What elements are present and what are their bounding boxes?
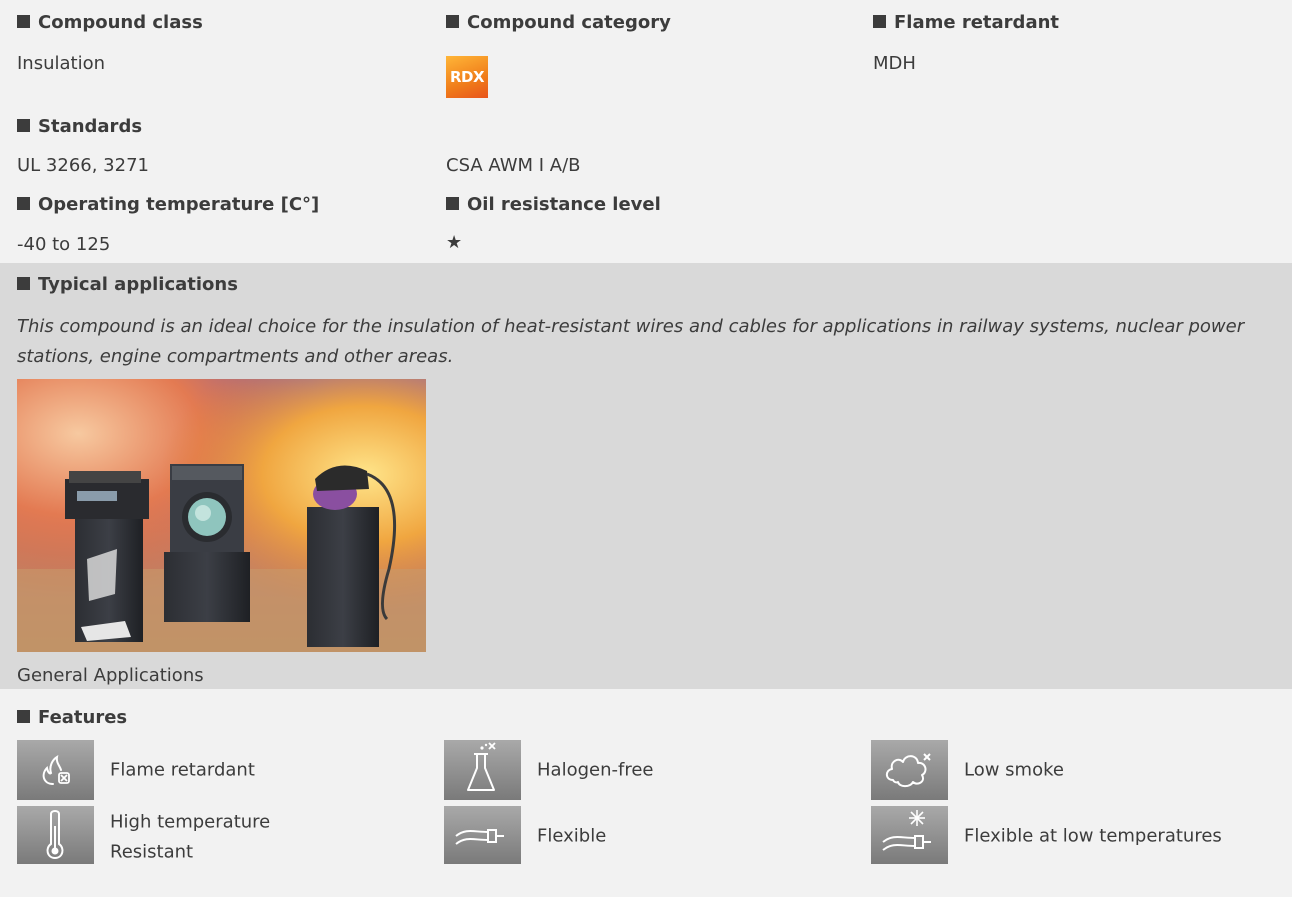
feature-label-flexible-low-temp: Flexible at low temperatures [964, 825, 1222, 847]
features-heading: Features [17, 707, 127, 728]
operating-temperature-heading: Operating temperature [C°] [17, 194, 319, 215]
flexible-cold-icon [871, 806, 948, 864]
image-caption: General Applications [17, 665, 204, 686]
standard-value-csa: CSA AWM I A/B [446, 155, 581, 176]
standards-heading: Standards [17, 116, 142, 137]
bullet-square-icon [446, 15, 459, 28]
oil-resistance-heading: Oil resistance level [446, 194, 661, 215]
standard-value-ul: UL 3266, 3271 [17, 155, 149, 176]
operating-temperature-value: -40 to 125 [17, 234, 111, 255]
bullet-square-icon [17, 119, 30, 132]
bullet-square-icon [17, 710, 30, 723]
rdx-badge: RDX [446, 56, 488, 98]
bullet-square-icon [17, 277, 30, 290]
feature-label-flame-retardant: Flame retardant [110, 759, 255, 781]
compound-class-heading: Compound class [17, 12, 203, 33]
compound-category-heading: Compound category [446, 12, 671, 33]
bullet-square-icon [17, 197, 30, 210]
feature-label-resistant: Resistant [110, 841, 194, 863]
halogen-free-icon [444, 740, 521, 800]
flame-retardant-icon [17, 740, 94, 800]
bullet-square-icon [873, 15, 886, 28]
flame-retardant-value: MDH [873, 53, 916, 74]
feature-label-high-temperature: High temperature [110, 811, 271, 833]
general-applications-image [17, 379, 426, 652]
bullet-square-icon [17, 15, 30, 28]
thermometer-icon [17, 806, 94, 864]
oil-resistance-star: ★ [446, 232, 463, 253]
flame-retardant-heading: Flame retardant [873, 12, 1059, 33]
typical-applications-heading: Typical applications [17, 274, 238, 295]
appliances-photo [17, 379, 426, 652]
feature-label-halogen-free: Halogen-free [537, 759, 654, 781]
feature-label-low-smoke: Low smoke [964, 759, 1064, 781]
feature-label-flexible: Flexible [537, 825, 607, 847]
bullet-square-icon [446, 197, 459, 210]
flexible-cable-icon [444, 806, 521, 864]
low-smoke-icon [871, 740, 948, 800]
typical-applications-description: This compound is an ideal choice for the… [17, 316, 1245, 367]
compound-class-value: Insulation [17, 53, 106, 74]
